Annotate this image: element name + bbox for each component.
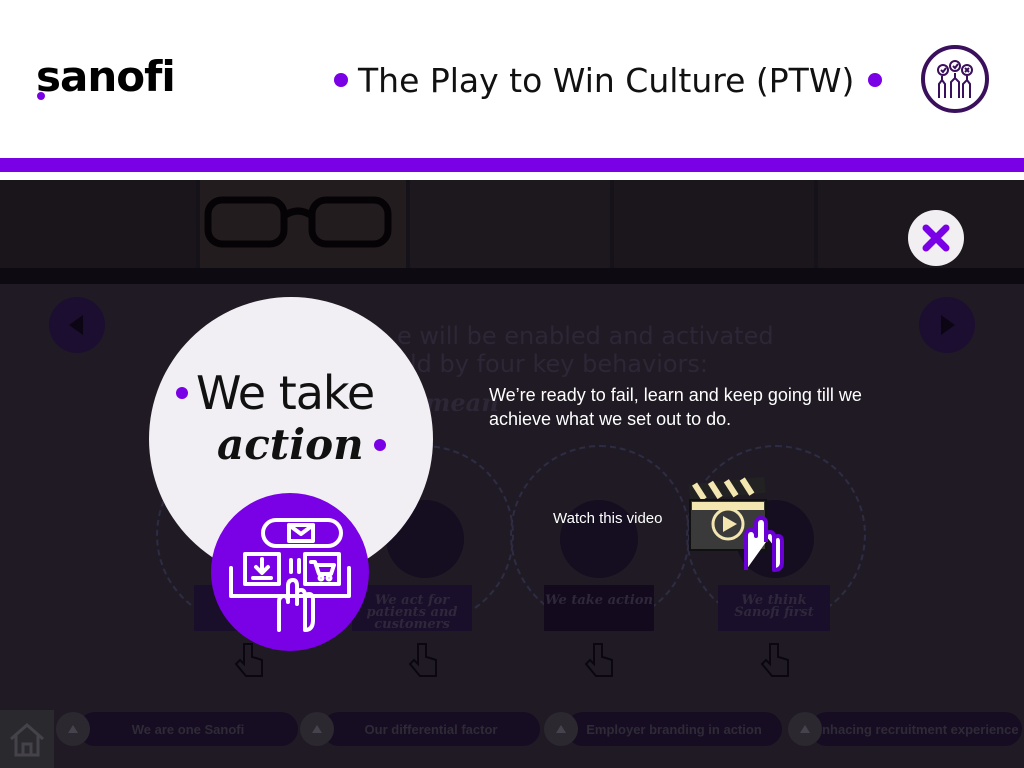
nav-item-label: Enhacing recruitment experience bbox=[810, 712, 1022, 746]
behavior-label-2[interactable]: We act for patients and customers bbox=[352, 585, 472, 631]
photo-tile bbox=[410, 180, 610, 268]
intro-text-line: ld by four key behaviors: bbox=[410, 350, 709, 378]
photo-tile bbox=[0, 180, 196, 268]
home-icon bbox=[10, 723, 44, 757]
nav-item-label: We are one Sanofi bbox=[78, 712, 298, 746]
headline-emphasis: action bbox=[217, 420, 364, 469]
logo-dot bbox=[37, 92, 45, 100]
close-x-icon bbox=[922, 224, 950, 252]
behavior-label-4[interactable]: We think Sanofi first bbox=[718, 585, 830, 631]
headline-bullet bbox=[373, 438, 386, 451]
nav-item-differential-factor[interactable]: Our differential factor bbox=[300, 712, 540, 746]
intro-text-emphasis: mean bbox=[425, 388, 499, 417]
header-divider bbox=[0, 172, 1024, 180]
pointer-hand-icon bbox=[408, 643, 437, 677]
header-accent-bar bbox=[0, 158, 1024, 172]
pointer-hand-icon bbox=[584, 643, 613, 677]
title-bullet-right bbox=[868, 73, 883, 87]
bottom-navigation: We are one Sanofi Our differential facto… bbox=[0, 710, 1024, 768]
close-button[interactable] bbox=[908, 210, 964, 266]
photo-strip bbox=[0, 180, 1024, 268]
headline-text: We take bbox=[196, 366, 375, 420]
nav-item-recruitment-experience[interactable]: Enhacing recruitment experience bbox=[788, 712, 1022, 746]
nav-item-label: Our differential factor bbox=[322, 712, 540, 746]
chevron-up-icon bbox=[788, 712, 822, 746]
title-bullet-left bbox=[334, 73, 348, 87]
page-title: The Play to Win Culture (PTW) bbox=[358, 60, 855, 100]
dark-band bbox=[0, 268, 1024, 284]
headline-bullet bbox=[176, 387, 188, 399]
chevron-up-icon bbox=[56, 712, 90, 746]
home-button[interactable] bbox=[0, 710, 54, 768]
clapperboard-play-icon[interactable] bbox=[684, 466, 784, 574]
arrow-left-icon bbox=[69, 315, 83, 335]
nav-item-employer-branding[interactable]: Employer branding in action bbox=[544, 712, 784, 746]
intro-text-line: e will be enabled and activated bbox=[397, 322, 774, 350]
headline-line-1: We take bbox=[176, 366, 375, 420]
behavior-description: We’re ready to fail, learn and keep goin… bbox=[489, 385, 862, 429]
photo-tile bbox=[614, 180, 814, 268]
photo-tile bbox=[200, 180, 406, 268]
sanofi-logo: sanofi bbox=[36, 52, 176, 101]
arrow-right-icon bbox=[941, 315, 955, 335]
headline-line-2: action bbox=[217, 420, 386, 469]
pointer-hand-icon bbox=[760, 643, 789, 677]
nav-item-one-sanofi[interactable]: We are one Sanofi bbox=[56, 712, 298, 746]
nav-item-label: Employer branding in action bbox=[566, 712, 782, 746]
behavior-label-3[interactable]: We take action bbox=[544, 585, 654, 631]
workflow-tap-icon bbox=[211, 493, 369, 651]
header: sanofi The Play to Win Culture (PTW) bbox=[0, 0, 1024, 158]
title-wrap: The Play to Win Culture (PTW) bbox=[334, 56, 883, 104]
chevron-up-icon bbox=[544, 712, 578, 746]
chevron-up-icon bbox=[300, 712, 334, 746]
previous-arrow-button[interactable] bbox=[49, 297, 105, 353]
next-arrow-button[interactable] bbox=[919, 297, 975, 353]
watch-video-label[interactable]: Watch this video bbox=[553, 510, 663, 527]
raised-hands-icon bbox=[921, 45, 989, 113]
